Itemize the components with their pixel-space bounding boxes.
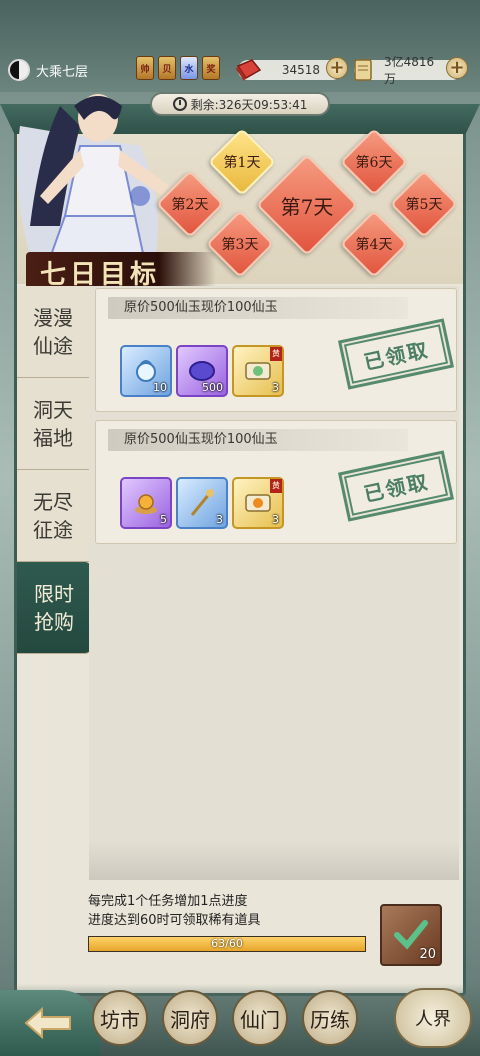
offer-card: 原价500仙玉现价100仙玉 5 3 黄 3 已领取 bbox=[95, 420, 457, 544]
progress-text: 63/60 bbox=[211, 937, 243, 950]
realm-label: 大乘七层 bbox=[36, 64, 89, 80]
reward-item[interactable]: 黄 3 bbox=[232, 345, 284, 397]
progress-hint-2: 进度达到60时可领取稀有道具 bbox=[88, 913, 261, 928]
nav-lilian[interactable]: 历练 bbox=[302, 990, 358, 1046]
day-5-button[interactable]: 第5天 bbox=[390, 170, 458, 238]
timer-text: 剩余:326天09:53:41 bbox=[190, 97, 308, 112]
back-button[interactable] bbox=[0, 990, 100, 1056]
day-7-button[interactable]: 第7天 bbox=[256, 154, 358, 256]
back-arrow-icon bbox=[24, 1006, 71, 1040]
progress-hint-1: 每完成1个任务增加1点进度 bbox=[88, 894, 248, 909]
category-tabs: 漫漫 仙途 洞天 福地 无尽 征途 限时 抢购 bbox=[17, 286, 91, 654]
nav-fangshi[interactable]: 坊市 bbox=[92, 990, 148, 1046]
offer-title: 原价500仙玉现价100仙玉 bbox=[108, 429, 408, 451]
tab-dongtian-fudi[interactable]: 洞天 福地 bbox=[17, 378, 89, 470]
tab-manman-xiantu[interactable]: 漫漫 仙途 bbox=[17, 286, 89, 378]
offer-card: 原价500仙玉现价100仙玉 10 500 黄 3 已领取 bbox=[95, 288, 457, 412]
offer-list: 原价500仙玉现价100仙玉 10 500 黄 3 已领取 原价500仙玉现价1… bbox=[89, 286, 459, 880]
reward-item[interactable]: 5 bbox=[120, 477, 172, 529]
day-2-button[interactable]: 第2天 bbox=[156, 170, 224, 238]
realm-indicator[interactable]: 大乘七层 bbox=[8, 56, 88, 84]
reward-item[interactable]: 10 bbox=[120, 345, 172, 397]
nav-xianmen[interactable]: 仙门 bbox=[232, 990, 288, 1046]
tab-wujin-zhengtu[interactable]: 无尽 征途 bbox=[17, 470, 89, 562]
reward-items: 10 500 黄 3 bbox=[120, 345, 284, 397]
jade-resource: 34518 + bbox=[236, 57, 348, 82]
badge-1[interactable]: 帅 bbox=[136, 56, 154, 80]
progress-section: 每完成1个任务增加1点进度 进度达到60时可领取稀有道具 63/60 bbox=[88, 892, 378, 952]
offer-title: 原价500仙玉现价100仙玉 bbox=[108, 297, 408, 319]
claimed-stamp: 已领取 bbox=[337, 318, 455, 390]
jade-plus-button[interactable]: + bbox=[326, 57, 348, 79]
scroll-money-icon bbox=[354, 59, 372, 81]
jade-icon bbox=[236, 59, 262, 81]
badge-4[interactable]: 奖 bbox=[202, 56, 220, 80]
progress-reward-box[interactable]: 20 bbox=[380, 904, 442, 966]
gold-resource: 3亿4816万 + bbox=[354, 55, 468, 86]
progress-bar: 63/60 bbox=[88, 936, 366, 952]
reward-item[interactable]: 黄 3 bbox=[232, 477, 284, 529]
golden-pill-icon bbox=[135, 494, 157, 514]
reward-items: 5 3 黄 3 bbox=[120, 477, 284, 529]
badge-2[interactable]: 贝 bbox=[158, 56, 176, 80]
staff-icon bbox=[190, 489, 214, 516]
reward-item[interactable]: 500 bbox=[176, 345, 228, 397]
gold-plus-button[interactable]: + bbox=[446, 57, 468, 79]
day-3-button[interactable]: 第3天 bbox=[206, 210, 274, 278]
badge-row: 帅 贝 水 奖 bbox=[136, 56, 220, 80]
tab-xianshi-qianggou[interactable]: 限时 抢购 bbox=[17, 562, 91, 654]
day-6-button[interactable]: 第6天 bbox=[340, 128, 408, 196]
nav-renjie[interactable]: 人界 bbox=[394, 988, 472, 1048]
mountain-decoration bbox=[89, 840, 459, 880]
nav-dongfu[interactable]: 洞府 bbox=[162, 990, 218, 1046]
day-4-button[interactable]: 第4天 bbox=[340, 210, 408, 278]
claimed-stamp: 已领取 bbox=[337, 450, 455, 522]
reward-item[interactable]: 3 bbox=[176, 477, 228, 529]
badge-3[interactable]: 水 bbox=[180, 56, 198, 80]
yinyang-icon bbox=[8, 59, 30, 81]
